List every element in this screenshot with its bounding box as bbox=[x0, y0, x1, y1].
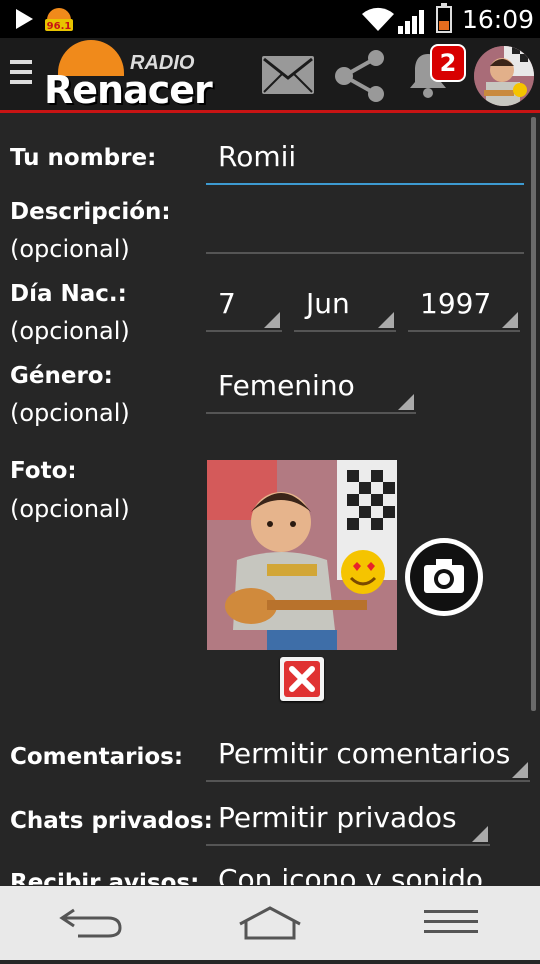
description-label: Descripción: bbox=[10, 199, 171, 225]
comments-select[interactable]: Permitir comentarios bbox=[206, 737, 530, 782]
scrollbar[interactable] bbox=[531, 117, 536, 711]
close-icon bbox=[284, 661, 320, 697]
birth-month-value: Jun bbox=[306, 287, 350, 320]
camera-button[interactable] bbox=[405, 538, 483, 616]
mail-icon[interactable] bbox=[262, 56, 314, 94]
gender-optional-label: (opcional) bbox=[10, 399, 130, 427]
dropdown-arrow-icon bbox=[502, 312, 518, 328]
comments-value: Permitir comentarios bbox=[218, 737, 511, 770]
name-input[interactable]: Romii bbox=[218, 140, 296, 173]
birth-day-select[interactable]: 7 bbox=[206, 287, 282, 332]
brand-logo: RADIO Renacer bbox=[44, 40, 236, 112]
description-input[interactable] bbox=[218, 208, 518, 250]
camera-icon bbox=[424, 559, 464, 593]
photo-optional-label: (opcional) bbox=[10, 495, 130, 523]
dropdown-arrow-icon bbox=[264, 312, 280, 328]
menu-lines-icon bbox=[424, 910, 478, 933]
home-button[interactable] bbox=[210, 886, 330, 960]
birth-optional-label: (opcional) bbox=[10, 317, 130, 345]
name-label: Tu nombre: bbox=[10, 145, 157, 171]
birth-year-value: 1997 bbox=[420, 287, 492, 320]
gender-label: Género: bbox=[10, 363, 113, 389]
play-icon bbox=[16, 9, 33, 29]
dropdown-arrow-icon bbox=[398, 394, 414, 410]
home-icon bbox=[239, 906, 301, 940]
photo-label: Foto: bbox=[10, 458, 77, 484]
profile-photo[interactable] bbox=[207, 460, 397, 650]
private-chats-label: Chats privados: bbox=[10, 808, 213, 834]
comments-label: Comentarios: bbox=[10, 744, 184, 770]
birth-day-value: 7 bbox=[218, 287, 236, 320]
menu-button[interactable] bbox=[392, 886, 512, 960]
private-chats-value: Permitir privados bbox=[218, 801, 457, 834]
system-nav-bar bbox=[0, 886, 540, 960]
birth-month-select[interactable]: Jun bbox=[294, 287, 396, 332]
gender-value: Femenino bbox=[218, 369, 355, 402]
description-optional-label: (opcional) bbox=[10, 235, 130, 263]
private-chats-select[interactable]: Permitir privados bbox=[206, 801, 490, 846]
profile-form: Tu nombre: Romii Descripción: (opcional)… bbox=[0, 113, 540, 885]
share-icon[interactable] bbox=[334, 50, 388, 102]
dropdown-arrow-icon bbox=[512, 762, 528, 778]
radio-renacer-logo: 96.1 bbox=[45, 8, 73, 32]
dropdown-arrow-icon bbox=[378, 312, 394, 328]
status-time: 16:09 bbox=[462, 5, 535, 34]
notification-badge[interactable]: 2 bbox=[430, 44, 466, 82]
alerts-label: Recibir avisos: bbox=[10, 870, 200, 885]
signal-icon bbox=[398, 10, 424, 34]
birth-year-select[interactable]: 1997 bbox=[408, 287, 520, 332]
alerts-value: Con icono y sonido bbox=[218, 863, 484, 885]
wifi-icon bbox=[362, 7, 394, 31]
app-header: RADIO Renacer 2 bbox=[0, 38, 540, 113]
birth-label: Día Nac.: bbox=[10, 281, 127, 307]
status-bar: 96.1 16:09 bbox=[0, 0, 540, 38]
name-input-underline bbox=[206, 183, 524, 185]
dropdown-arrow-icon bbox=[472, 826, 488, 842]
battery-icon bbox=[436, 3, 452, 33]
alerts-select[interactable]: Con icono y sonido bbox=[206, 863, 516, 885]
delete-photo-button[interactable] bbox=[280, 657, 324, 701]
brand-name-text: Renacer bbox=[44, 68, 213, 112]
back-button[interactable] bbox=[30, 886, 150, 960]
description-input-underline bbox=[206, 252, 524, 254]
avatar[interactable] bbox=[474, 46, 534, 106]
menu-icon[interactable] bbox=[10, 60, 32, 88]
mini-logo-text: 96.1 bbox=[47, 21, 72, 32]
back-icon bbox=[59, 908, 122, 938]
gender-select[interactable]: Femenino bbox=[206, 369, 416, 414]
